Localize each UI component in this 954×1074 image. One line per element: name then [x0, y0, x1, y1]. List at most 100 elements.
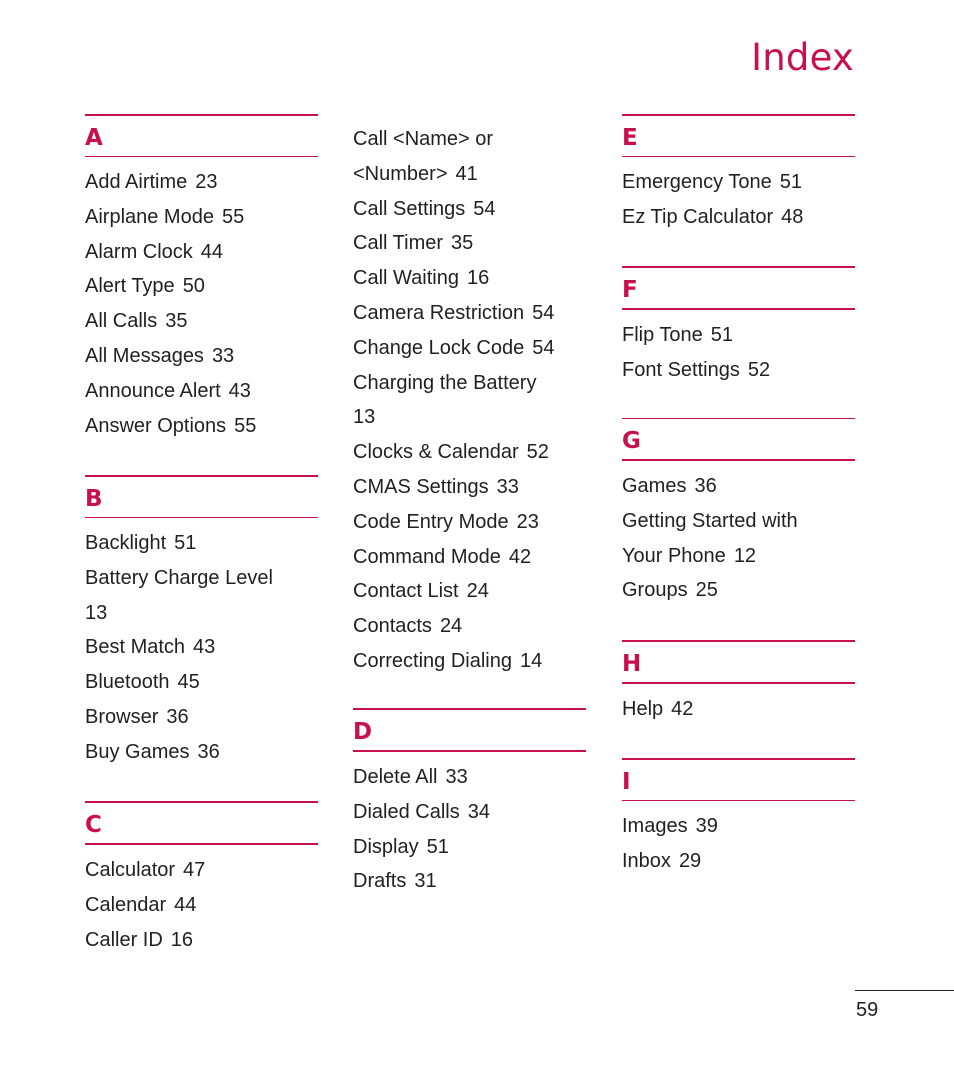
- index-section-g: G Games 36 Getting Started with Your Phon…: [622, 418, 855, 608]
- entry-list: Emergency Tone 51 Ez Tip Calculator 48: [622, 165, 855, 235]
- section-letter: F: [622, 277, 638, 303]
- index-entry: Command Mode 42: [353, 540, 586, 575]
- entry-term: Alarm Clock: [85, 240, 193, 263]
- entry-term: Call Settings: [353, 197, 466, 220]
- entry-term: Your Phone: [622, 544, 726, 567]
- entry-page: 44: [200, 240, 224, 263]
- entry-term: Contact List: [353, 580, 459, 603]
- entry-page: 33: [445, 766, 468, 788]
- entry-term: Backlight: [85, 532, 167, 554]
- entry-term: Battery Charge Level: [85, 566, 273, 589]
- section-header: H: [622, 640, 855, 684]
- entry-list: Images 39 Inbox 29: [622, 809, 855, 879]
- entry-page: 29: [678, 849, 702, 872]
- entry-term: Images: [622, 815, 688, 837]
- entry-page: 42: [671, 698, 694, 720]
- entry-list: Help 42: [622, 692, 855, 727]
- entry-page: 24: [466, 580, 489, 603]
- entry-term: Clocks & Calendar: [353, 441, 519, 464]
- entry-term: Command Mode: [353, 545, 501, 568]
- section-header: I: [622, 758, 855, 801]
- entry-page: 23: [195, 171, 218, 193]
- index-entry: Getting Started with: [622, 504, 855, 539]
- entry-term: Calculator: [85, 859, 176, 881]
- entry-page: 44: [174, 893, 197, 916]
- entry-term: CMAS Settings: [353, 475, 489, 498]
- entry-page: 54: [473, 197, 496, 220]
- section-letter: E: [622, 125, 638, 151]
- index-entry: Best Match 43: [85, 630, 318, 665]
- entry-page: 24: [439, 615, 463, 638]
- index-entry: Caller ID 16: [85, 923, 318, 958]
- entry-term: Dialed Calls: [353, 800, 460, 823]
- index-entry: Call Timer 35: [353, 226, 586, 261]
- entry-page: 13: [353, 406, 376, 429]
- index-entry: All Messages 33: [85, 339, 318, 374]
- index-entry: Flip Tone 51: [622, 318, 855, 353]
- entry-term: Buy Games: [85, 740, 190, 763]
- entry-term: Answer Options: [85, 414, 227, 437]
- entry-page: 25: [695, 579, 718, 602]
- index-section-a: A Add Airtime 23 Airplane Mode 55 Alarm Cl…: [85, 114, 318, 443]
- section-header: F: [622, 266, 855, 310]
- index-entry: All Calls 35: [85, 304, 318, 339]
- entry-page: 50: [182, 275, 205, 298]
- entry-term: Announce Alert: [85, 379, 221, 402]
- index-entry-continuation: 13: [353, 400, 586, 435]
- index-section-c: C Calculator 47 Calendar 44 Caller ID 16: [85, 801, 318, 957]
- index-entry: Battery Charge Level: [85, 561, 318, 596]
- entry-term: Charging the Battery: [353, 371, 537, 394]
- entry-page: 55: [234, 414, 257, 437]
- index-entry: Calendar 44: [85, 888, 318, 923]
- entry-page: 16: [466, 267, 490, 290]
- entry-list: Call <Name> or <Number> 41 Call Settings 5…: [353, 122, 586, 679]
- entry-page: 34: [467, 800, 490, 823]
- entry-page: 13: [85, 601, 108, 624]
- index-section-c-continued: Call <Name> or <Number> 41 Call Settings 5…: [353, 122, 586, 679]
- entry-page: 51: [426, 835, 449, 858]
- entry-page: 54: [532, 301, 555, 324]
- index-entry: Calculator 47: [85, 853, 318, 888]
- entry-page: 43: [228, 379, 251, 402]
- index-entry: Backlight 51: [85, 526, 318, 561]
- index-entry: Browser 36: [85, 700, 318, 735]
- index-entry: Inbox 29: [622, 844, 855, 879]
- index-entry: Airplane Mode 55: [85, 200, 318, 235]
- entry-page: 51: [779, 171, 802, 193]
- index-section-e: E Emergency Tone 51 Ez Tip Calculator 48: [622, 114, 855, 235]
- footer-divider: [855, 990, 954, 991]
- entry-page: 14: [519, 649, 543, 672]
- entry-term: Games: [622, 475, 687, 497]
- section-letter: A: [85, 125, 103, 151]
- index-entry: Contact List 24: [353, 574, 586, 609]
- entry-list: Calculator 47 Calendar 44 Caller ID 16: [85, 853, 318, 957]
- entry-list: Flip Tone 51 Font Settings 52: [622, 318, 855, 388]
- entry-term: Call Timer: [353, 232, 444, 255]
- index-entry: Alarm Clock 44: [85, 235, 318, 270]
- index-entry: Display 51: [353, 830, 586, 865]
- entry-term: All Messages: [85, 344, 204, 367]
- index-section-d: D Delete All 33 Dialed Calls 34 Display 51 …: [353, 708, 586, 899]
- entry-term: Camera Restriction: [353, 301, 525, 324]
- entry-term: <Number>: [353, 162, 448, 185]
- index-entry: Dialed Calls 34: [353, 795, 586, 830]
- section-letter: H: [622, 651, 642, 677]
- entry-term: Calendar: [85, 893, 167, 916]
- index-entry: Buy Games 36: [85, 735, 318, 770]
- entry-page: 52: [526, 441, 549, 464]
- index-entry: Call <Name> or: [353, 122, 586, 157]
- index-entry: Font Settings 52: [622, 353, 855, 388]
- section-letter: B: [85, 486, 103, 512]
- entry-list: Add Airtime 23 Airplane Mode 55 Alarm Cloc…: [85, 165, 318, 443]
- entry-page: 31: [414, 870, 437, 893]
- entry-list: Backlight 51 Battery Charge Level 13 Best…: [85, 526, 318, 770]
- index-entry: Clocks & Calendar 52: [353, 435, 586, 470]
- entry-term: Help: [622, 698, 664, 720]
- entry-list: Delete All 33 Dialed Calls 34 Display 51 Dr…: [353, 760, 586, 899]
- entry-page: 51: [174, 532, 197, 554]
- index-entry-continuation: Your Phone 12: [622, 539, 855, 574]
- entry-page: 35: [451, 232, 474, 255]
- entry-term: Best Match: [85, 636, 186, 659]
- entry-term: Bluetooth: [85, 671, 170, 694]
- section-header: E: [622, 114, 855, 157]
